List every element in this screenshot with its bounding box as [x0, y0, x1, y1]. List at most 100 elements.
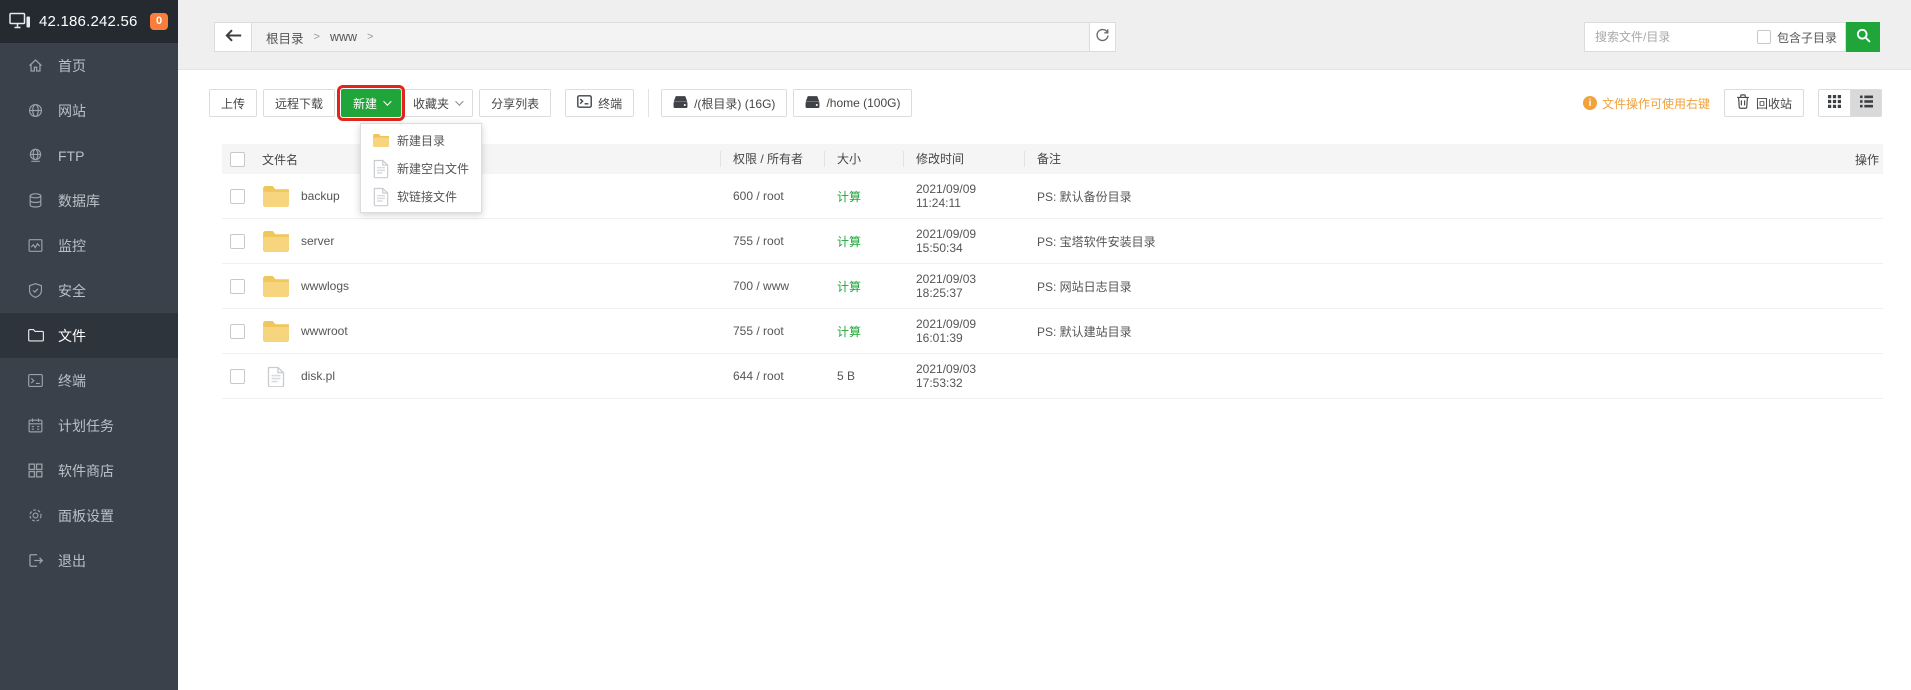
- recycle-bin-button[interactable]: 回收站: [1724, 89, 1804, 117]
- menu-item-new-symlink[interactable]: 软链接文件: [361, 182, 481, 210]
- table-row-wwwroot[interactable]: wwwroot 755 / root 计算 2021/09/09 16:01:3…: [222, 309, 1883, 354]
- recycle-bin-label: 回收站: [1756, 95, 1792, 112]
- back-button[interactable]: [214, 22, 252, 52]
- server-header: 42.186.242.56 0: [0, 0, 178, 43]
- sidebar-item-logout[interactable]: 退出: [0, 538, 178, 583]
- breadcrumb: 根目录 > www >: [252, 22, 1089, 52]
- disk-home-button[interactable]: /home (100G): [793, 89, 912, 117]
- sidebar-nav: 首页 网站 FTP 数据库 监控: [0, 43, 178, 583]
- sidebar-item-sites[interactable]: 网站: [0, 88, 178, 133]
- file-name[interactable]: wwwlogs: [301, 279, 349, 293]
- sidebar-item-label: 安全: [58, 281, 86, 301]
- file-size[interactable]: 计算: [837, 325, 861, 339]
- menu-item-new-dir[interactable]: 新建目录: [361, 126, 481, 154]
- search-group: 包含子目录: [1584, 22, 1880, 52]
- sidebar-item-settings[interactable]: 面板设置: [0, 493, 178, 538]
- search-input[interactable]: [1585, 30, 1757, 44]
- row-checkbox[interactable]: [230, 189, 245, 204]
- refresh-button[interactable]: [1089, 22, 1116, 52]
- header-modified-time: 修改时间: [903, 151, 1024, 167]
- row-checkbox[interactable]: [230, 369, 245, 384]
- terminal-window-icon: [577, 95, 592, 111]
- file-size[interactable]: 计算: [837, 280, 861, 294]
- disk-root-label: /(根目录) (16G): [694, 95, 775, 112]
- include-subdir-checkbox[interactable]: [1757, 30, 1771, 44]
- sidebar-item-ftp[interactable]: FTP: [0, 133, 178, 178]
- chevron-down-icon: [383, 97, 391, 105]
- file-name[interactable]: wwwroot: [301, 324, 348, 338]
- logout-icon: [27, 552, 44, 569]
- file-size[interactable]: 计算: [837, 235, 861, 249]
- breadcrumb-root[interactable]: 根目录: [266, 28, 304, 47]
- file-permission: 755 / root: [720, 324, 824, 338]
- include-subdir-label: 包含子目录: [1771, 29, 1845, 46]
- row-checkbox[interactable]: [230, 324, 245, 339]
- row-checkbox[interactable]: [230, 234, 245, 249]
- file-name[interactable]: disk.pl: [301, 369, 335, 383]
- sidebar-item-label: 首页: [58, 56, 86, 76]
- file-permission: 600 / root: [720, 189, 824, 203]
- sidebar-item-files[interactable]: 文件: [0, 313, 178, 358]
- file-size[interactable]: 5 B: [837, 369, 855, 383]
- breadcrumb-separator: >: [314, 31, 320, 43]
- server-monitor-icon: [9, 12, 31, 32]
- favorites-button[interactable]: 收藏夹: [401, 89, 473, 117]
- grid-view-button[interactable]: [1818, 89, 1850, 117]
- file-mtime: 2021/09/03 17:53:32: [903, 362, 1024, 390]
- bt-panel-app: 42.186.242.56 0 首页 网站 FTP: [0, 0, 1911, 690]
- list-view-button[interactable]: [1850, 89, 1882, 117]
- header-action: 操作: [1743, 151, 1883, 168]
- terminal-button[interactable]: 终端: [565, 89, 634, 117]
- menu-item-new-file[interactable]: 新建空白文件: [361, 154, 481, 182]
- file-name[interactable]: backup: [301, 189, 340, 203]
- globe-icon: [27, 102, 44, 119]
- file-toolbar: 上传 远程下载 新建 新建目录: [209, 88, 1882, 118]
- refresh-icon: [1095, 28, 1110, 46]
- list-view-icon: [1860, 95, 1873, 111]
- sidebar-item-monitor[interactable]: 监控: [0, 223, 178, 268]
- file-mtime: 2021/09/09 11:24:11: [903, 182, 1024, 210]
- toolbar-divider: [648, 89, 649, 117]
- sidebar-item-label: 网站: [58, 101, 86, 121]
- table-row-server[interactable]: server 755 / root 计算 2021/09/09 15:50:34…: [222, 219, 1883, 264]
- main-content: 根目录 > www > 包含子目录: [178, 0, 1911, 690]
- select-all-checkbox[interactable]: [230, 152, 245, 167]
- file-note: PS: 默认建站目录: [1024, 323, 1743, 340]
- home-icon: [27, 57, 44, 74]
- menu-item-label: 新建空白文件: [397, 160, 469, 177]
- info-icon: i: [1583, 96, 1597, 110]
- file-size[interactable]: 计算: [837, 190, 861, 204]
- calendar-icon: [27, 417, 44, 434]
- view-toggle: [1818, 89, 1882, 117]
- message-count-badge[interactable]: 0: [150, 13, 168, 30]
- sidebar-item-appstore[interactable]: 软件商店: [0, 448, 178, 493]
- sidebar-item-cron[interactable]: 计划任务: [0, 403, 178, 448]
- new-button[interactable]: 新建: [341, 89, 401, 117]
- sidebar-item-terminal[interactable]: 终端: [0, 358, 178, 403]
- table-row-wwwlogs[interactable]: wwwlogs 700 / www 计算 2021/09/03 18:25:37…: [222, 264, 1883, 309]
- new-button-label: 新建: [353, 95, 377, 112]
- breadcrumb-current[interactable]: www: [330, 30, 357, 44]
- file-mtime: 2021/09/03 18:25:37: [903, 272, 1024, 300]
- sidebar-item-home[interactable]: 首页: [0, 43, 178, 88]
- file-name[interactable]: server: [301, 234, 334, 248]
- trash-icon: [1736, 94, 1750, 112]
- terminal-label: 终端: [598, 95, 622, 112]
- ftp-icon: [27, 147, 44, 164]
- sidebar-item-database[interactable]: 数据库: [0, 178, 178, 223]
- disk-icon: [805, 95, 820, 112]
- sidebar-item-label: 数据库: [58, 191, 100, 211]
- back-arrow-icon: [225, 29, 242, 45]
- table-row-disk-pl[interactable]: disk.pl 644 / root 5 B 2021/09/03 17:53:…: [222, 354, 1883, 399]
- file-note: PS: 网站日志目录: [1024, 278, 1743, 295]
- disk-root-button[interactable]: /(根目录) (16G): [661, 89, 787, 117]
- row-checkbox[interactable]: [230, 279, 245, 294]
- remote-download-button[interactable]: 远程下载: [263, 89, 335, 117]
- folder-file-icon: [262, 276, 289, 297]
- sidebar-item-security[interactable]: 安全: [0, 268, 178, 313]
- sidebar-item-label: FTP: [58, 148, 84, 164]
- upload-button[interactable]: 上传: [209, 89, 257, 117]
- appstore-icon: [27, 462, 44, 479]
- search-button[interactable]: [1846, 22, 1880, 52]
- share-list-button[interactable]: 分享列表: [479, 89, 551, 117]
